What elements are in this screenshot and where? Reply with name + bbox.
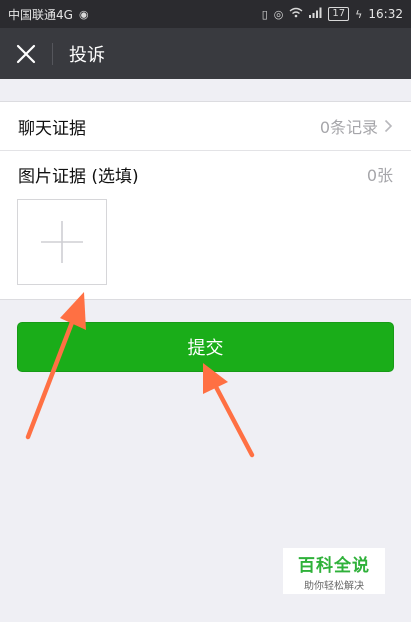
- status-left: 中国联通4G ◉: [8, 6, 89, 23]
- add-image-button[interactable]: [17, 199, 107, 285]
- nav-bar: 投诉: [0, 28, 411, 79]
- close-icon: [16, 44, 36, 63]
- watermark-logo: 百科全说 助你轻松解决: [283, 548, 385, 594]
- chat-evidence-row[interactable]: 聊天证据 0条记录: [0, 102, 411, 151]
- chat-evidence-value-wrap: 0条记录: [320, 114, 393, 138]
- image-evidence-row: 图片证据 (选填) 0张: [0, 151, 411, 197]
- battery-icon: 17: [328, 7, 350, 21]
- clock: 16:32: [368, 7, 403, 21]
- page-title: 投诉: [69, 44, 105, 66]
- charging-icon: ϟ: [355, 7, 363, 21]
- eye-icon: ◎: [273, 7, 284, 21]
- chat-evidence-count: 0条记录: [319, 118, 378, 137]
- image-evidence-label: 图片证据 (选填): [18, 166, 139, 187]
- chevron-right-icon: [384, 119, 393, 133]
- wifi-icon: [289, 7, 303, 21]
- arrow-to-submit: [203, 363, 255, 458]
- image-evidence-count: 0张: [366, 166, 393, 185]
- status-right: ▯ ◎ 17 ϟ 16:32: [262, 7, 403, 21]
- vibrate-icon: ▯: [261, 7, 268, 21]
- watermark-subtitle: 助你轻松解决: [304, 580, 364, 592]
- nav-divider: [52, 42, 53, 65]
- annotation-arrows: [25, 292, 255, 458]
- signal-icon: [309, 7, 322, 21]
- weibo-icon: ◉: [78, 7, 89, 21]
- watermark-title: 百科全说: [298, 555, 370, 576]
- carrier-label: 中国联通4G: [8, 7, 73, 22]
- evidence-card: 聊天证据 0条记录 图片证据 (选填) 0张: [0, 101, 411, 300]
- plus-icon: [41, 221, 83, 263]
- chat-evidence-label: 聊天证据: [18, 118, 86, 139]
- submit-button[interactable]: 提交: [17, 322, 394, 372]
- status-bar: 中国联通4G ◉ ▯ ◎ 17 ϟ 16:32: [0, 0, 411, 28]
- close-button[interactable]: [0, 28, 52, 79]
